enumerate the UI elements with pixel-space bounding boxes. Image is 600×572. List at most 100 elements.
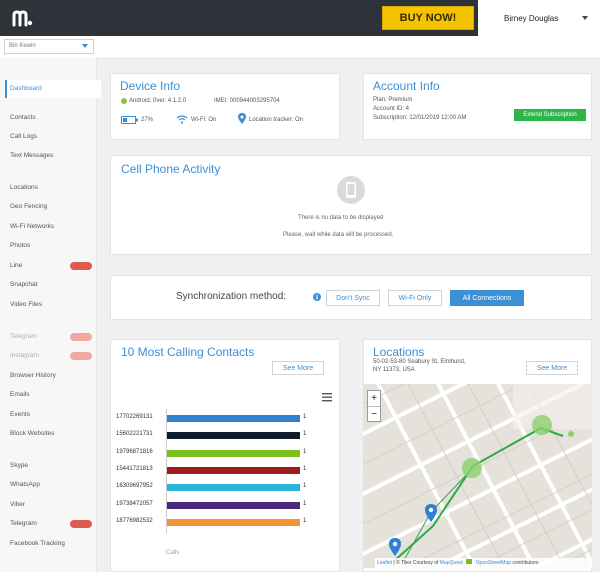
location-address-line-2: NY 11373, USA — [373, 367, 415, 373]
map-zoom-control: + − — [367, 390, 381, 422]
phone-icon — [337, 176, 365, 204]
account-plan: Plan: Premium — [373, 97, 413, 103]
sidebar-item-video-files[interactable]: Video Files — [10, 300, 42, 310]
info-icon[interactable] — [313, 293, 321, 301]
user-menu[interactable]: Birney Douglas — [478, 0, 600, 36]
chart-category-label: 16309697952 — [116, 483, 153, 490]
cell-phone-activity-title: Cell Phone Activity — [121, 162, 221, 176]
chart-value-label: 1 — [303, 414, 307, 420]
chart-x-axis-label: Calls — [166, 550, 180, 556]
sidebar-item-snapchat[interactable]: Snapchat — [10, 280, 37, 290]
sidebar-item-call-logs[interactable]: Call Logs — [10, 132, 37, 142]
battery-level: 27% — [141, 117, 154, 123]
chart-category-label: 19796871816 — [116, 448, 153, 455]
sidebar-item-telegram[interactable]: Telegram — [10, 519, 37, 529]
activity-empty-message: There is no data to be displayed — [298, 215, 384, 221]
chart-value-label: 1 — [303, 431, 307, 438]
battery-icon — [121, 116, 138, 124]
device-select[interactable]: Bin Kewin — [4, 39, 94, 54]
sidebar-item-locations[interactable]: Locations — [10, 183, 38, 193]
sidebar-item-block-websites[interactable]: Block Websites — [10, 429, 54, 439]
chart-bar[interactable] — [166, 432, 300, 440]
sidebar-item-telegram-disabled[interactable]: Telegram — [10, 332, 37, 342]
device-imei: IMEI: 00094400329570​4 — [214, 98, 280, 104]
sidebar-item-geo-fencing[interactable]: Geo Fencing — [10, 202, 47, 212]
mspy-logo[interactable] — [12, 7, 34, 29]
leaflet-link[interactable]: Leaflet — [377, 560, 392, 566]
attribution-contributors: contributors — [512, 560, 539, 566]
chart-category-label: 15441721813 — [116, 465, 153, 472]
dont-sync-button[interactable]: Don't Sync — [326, 290, 380, 306]
mapquest-link[interactable]: MapQuest — [440, 560, 463, 566]
locations-see-more-button[interactable]: See More — [526, 361, 578, 375]
chart-value-label: 1 — [303, 448, 307, 455]
android-icon — [121, 98, 127, 104]
calling-contacts-title: 10 Most Calling Contacts — [121, 345, 255, 359]
sidebar-item-browser-history[interactable]: Browser History — [10, 371, 56, 381]
extend-subscription-button[interactable]: Extend Subscription — [514, 109, 586, 121]
sidebar-item-photos[interactable]: Photos — [10, 241, 30, 251]
location-map[interactable] — [363, 384, 592, 568]
device-bar: Bin Kewin — [0, 36, 600, 59]
user-name: Birney Douglas — [504, 13, 559, 23]
sidebar-item-skype[interactable]: Skype — [10, 461, 28, 471]
chart-value-label: 1 — [303, 517, 307, 524]
chart-bar[interactable] — [166, 518, 300, 526]
activity-processing-message: Please, wait while data will be processe… — [283, 232, 394, 238]
sidebar-item-facebook-tracking[interactable]: Facebook Tracking — [10, 539, 65, 549]
top-bar: BUY NOW! Birney Douglas — [0, 0, 600, 36]
chart-category-label: 18776982532 — [116, 517, 153, 524]
wifi-icon — [176, 115, 188, 124]
chart-bar[interactable] — [166, 501, 300, 509]
sidebar-item-events[interactable]: Events — [10, 410, 30, 420]
sidebar-item-text-messages[interactable]: Text Messages — [10, 151, 53, 161]
chart-bar[interactable] — [166, 484, 300, 492]
chevron-down-icon — [82, 44, 88, 48]
attribution-text: | © Tiles Courtesy of — [393, 560, 439, 566]
device-os: Android, 0ver. 4.1.2.0 — [129, 98, 187, 104]
location-pin-icon — [238, 113, 246, 124]
sync-method-label: Synchronization method: — [176, 291, 287, 302]
locations-title: Locations — [373, 345, 425, 359]
sidebar-item-emails[interactable]: Emails — [10, 390, 30, 400]
new-badge — [70, 333, 92, 341]
zoom-out-button[interactable]: − — [368, 407, 380, 422]
chart-bar[interactable] — [166, 415, 300, 422]
sidebar-item-line[interactable]: Line — [10, 261, 22, 271]
sidebar-item-viber[interactable]: Viber — [10, 500, 25, 510]
chevron-down-icon — [582, 16, 588, 20]
zoom-in-button[interactable]: + — [368, 391, 380, 407]
chart-bar[interactable] — [166, 449, 300, 457]
new-badge — [70, 352, 92, 360]
chart-axis-line — [166, 409, 167, 535]
location-tracker-status: Location tracker: On — [249, 117, 304, 123]
openstreetmap-link[interactable]: OpenStreetMap — [476, 560, 511, 566]
account-id: Account ID: 4 — [373, 106, 410, 112]
device-info-title: Device Info — [120, 79, 181, 93]
chart-category-label: 19738472057 — [116, 500, 153, 507]
map-attribution: Leaflet | © Tiles Courtesy of MapQuest O… — [375, 558, 592, 568]
location-marker-icon[interactable] — [425, 504, 437, 522]
sidebar-item-whatsapp[interactable]: WhatsApp — [10, 480, 40, 490]
location-address-line-1: 50-02-53-80 Seabury St, Elmhurst, — [373, 359, 466, 365]
mapquest-icon — [466, 559, 473, 564]
chart-value-label: 1 — [303, 483, 307, 490]
sidebar-item-contacts[interactable]: Contacts — [10, 113, 36, 123]
chart-value-label: 1 — [303, 465, 307, 472]
account-subscription: Subscription: 12/01/2019 12:00 AM — [373, 115, 467, 121]
contacts-see-more-button[interactable]: See More — [272, 361, 324, 375]
location-marker-icon[interactable] — [389, 538, 401, 556]
buy-now-button[interactable]: BUY NOW! — [382, 6, 474, 30]
all-connections-button[interactable]: All Connections — [450, 290, 524, 306]
device-select-value: Bin Kewin — [9, 43, 36, 49]
sidebar-item-wifi-networks[interactable]: Wi-Fi Networks — [10, 222, 54, 232]
menu-icon[interactable] — [322, 393, 332, 402]
chart-category-label: 15602221731 — [116, 431, 153, 438]
sidebar-item-dashboard[interactable]: Dashboard — [5, 80, 101, 98]
chart-category-label: 17702269131 — [116, 414, 153, 420]
wifi-status: Wi-Fi: On — [191, 117, 217, 123]
new-badge — [70, 262, 92, 270]
sidebar-item-instagram[interactable]: Instagram — [10, 351, 39, 361]
chart-bar[interactable] — [166, 466, 300, 474]
wifi-only-button[interactable]: Wi-Fi Only — [388, 290, 442, 306]
